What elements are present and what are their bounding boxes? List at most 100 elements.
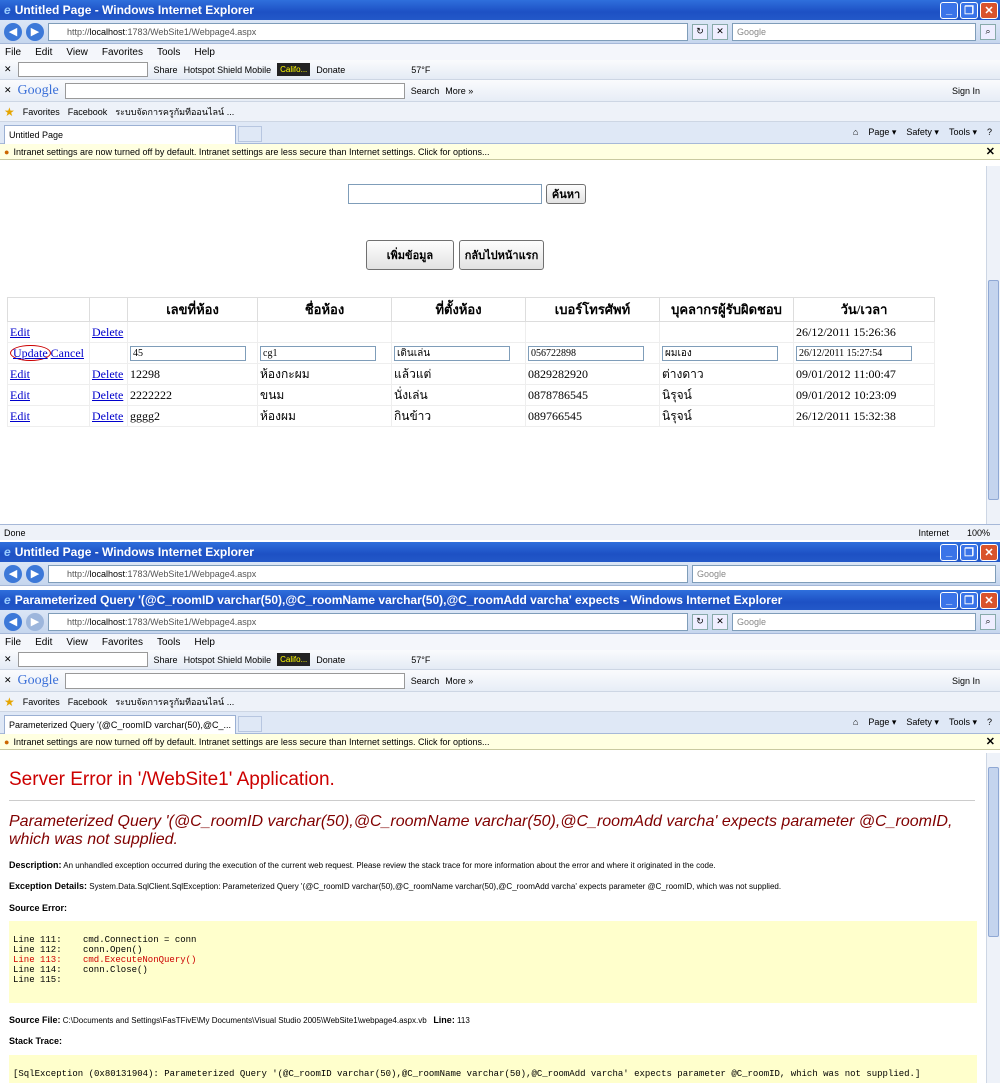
fav-link-facebook[interactable]: Facebook	[68, 107, 108, 117]
hotspot-shield-button[interactable]: Hotspot Shield Mobile	[184, 655, 272, 665]
delete-link[interactable]: Delete	[92, 388, 123, 402]
close-button[interactable]: ✕	[980, 543, 998, 561]
search-input[interactable]: Google	[732, 612, 976, 631]
phone-field[interactable]: 056722898	[528, 345, 644, 361]
tools-menu[interactable]: Tools ▾	[949, 717, 977, 728]
search-input[interactable]: Google	[732, 22, 976, 41]
back-home-button[interactable]: กลับไปหน้าแรก	[459, 240, 544, 270]
close-toolbar-icon[interactable]: ✕	[4, 654, 12, 665]
maximize-button[interactable]: ❐	[960, 591, 978, 609]
close-toolbar-icon[interactable]: ✕	[4, 85, 12, 96]
info-bar[interactable]: ● Intranet settings are now turned off b…	[0, 144, 1000, 160]
zoom-level[interactable]: 100%	[967, 528, 990, 538]
menu-tools[interactable]: Tools	[157, 637, 180, 648]
vertical-scrollbar[interactable]	[986, 753, 1000, 1083]
info-bar[interactable]: ● Intranet settings are now turned off b…	[0, 734, 1000, 750]
favorites-button[interactable]: Favorites	[23, 697, 60, 707]
new-tab-button[interactable]	[238, 716, 262, 732]
tab-error-page[interactable]: Parameterized Query '(@C_roomID varchar(…	[4, 714, 236, 734]
back-button[interactable]: ◀	[4, 564, 22, 583]
google-search-input[interactable]	[64, 672, 405, 689]
home-icon[interactable]: ⌂	[853, 717, 858, 728]
menu-favorites[interactable]: Favorites	[102, 637, 143, 648]
room-name-field[interactable]: cg1	[260, 345, 376, 361]
close-infobar-icon[interactable]: ✕	[986, 735, 1000, 748]
menu-help[interactable]: Help	[194, 47, 215, 58]
scrollbar-thumb[interactable]	[988, 280, 999, 500]
page-menu[interactable]: Page ▾	[868, 127, 896, 138]
menu-favorites[interactable]: Favorites	[102, 47, 143, 58]
forward-button[interactable]: ▶	[26, 564, 44, 583]
safety-menu[interactable]: Safety ▾	[906, 717, 939, 728]
menu-tools[interactable]: Tools	[157, 47, 180, 58]
hotspot-shield-button[interactable]: Hotspot Shield Mobile	[184, 65, 272, 75]
refresh-icon[interactable]: ↻	[692, 23, 708, 40]
stop-icon[interactable]: ✕	[712, 613, 728, 630]
menu-edit[interactable]: Edit	[35, 47, 52, 58]
maximize-button[interactable]: ❐	[960, 1, 978, 19]
url-field[interactable]: http://localhost:1783/WebSite1/Webpage4.…	[48, 564, 688, 583]
sign-in-link[interactable]: Sign In	[952, 676, 1000, 686]
favorites-button[interactable]: Favorites	[23, 107, 60, 117]
weather-button[interactable]: 57°F	[411, 65, 430, 75]
edit-link[interactable]: Edit	[10, 409, 30, 423]
fav-link-2[interactable]: ระบบจัดการครูกัมทีออนไลน์ ...	[115, 695, 234, 709]
cancel-link[interactable]: Cancel	[51, 346, 84, 360]
menu-view[interactable]: View	[66, 637, 88, 648]
room-location-field[interactable]: เดินเล่น	[394, 345, 510, 361]
search-button[interactable]: ค้นหา	[546, 184, 586, 204]
url-field[interactable]: http://localhost:1783/WebSite1/Webpage4.…	[48, 22, 688, 41]
help-icon[interactable]: ?	[987, 717, 992, 728]
add-data-button[interactable]: เพิ่มข้อมูล	[366, 240, 454, 270]
share-button[interactable]: Share	[154, 65, 178, 75]
weather-button[interactable]: 57°F	[411, 655, 430, 665]
tab-untitled-page[interactable]: Untitled Page	[4, 124, 236, 144]
new-tab-button[interactable]	[238, 126, 262, 142]
close-toolbar-icon[interactable]: ✕	[4, 675, 12, 686]
forward-button[interactable]: ▶	[26, 22, 44, 41]
donate-button[interactable]: Donate	[316, 65, 345, 75]
minimize-button[interactable]: _	[940, 1, 958, 19]
responsible-field[interactable]: ผมเอง	[662, 345, 778, 361]
search-input[interactable]	[348, 184, 542, 204]
datetime-field[interactable]: 26/12/2011 15:27:54	[796, 345, 912, 361]
radio-station-button[interactable]: Califo...	[277, 63, 311, 76]
delete-link[interactable]: Delete	[92, 409, 123, 423]
share-button[interactable]: Share	[154, 655, 178, 665]
safety-menu[interactable]: Safety ▾	[906, 127, 939, 138]
donate-button[interactable]: Donate	[316, 655, 345, 665]
scrollbar-thumb[interactable]	[988, 767, 999, 937]
forward-button[interactable]: ▶	[26, 612, 44, 631]
google-more-button[interactable]: More »	[445, 676, 473, 686]
radio-station-button[interactable]: Califo...	[277, 653, 311, 666]
menu-file[interactable]: File	[5, 637, 21, 648]
fav-link-2[interactable]: ระบบจัดการครูกัมทีออนไลน์ ...	[115, 105, 234, 119]
menu-edit[interactable]: Edit	[35, 637, 52, 648]
fav-link-facebook[interactable]: Facebook	[68, 697, 108, 707]
edit-link[interactable]: Edit	[10, 388, 30, 402]
url-field[interactable]: http://localhost:1783/WebSite1/Webpage4.…	[48, 612, 688, 631]
minimize-button[interactable]: _	[940, 543, 958, 561]
google-search-button[interactable]: Search	[411, 676, 440, 686]
delete-link[interactable]: Delete	[92, 325, 123, 339]
refresh-icon[interactable]: ↻	[692, 613, 708, 630]
edit-link[interactable]: Edit	[10, 325, 30, 339]
menu-file[interactable]: File	[5, 47, 21, 58]
sign-in-link[interactable]: Sign In	[952, 86, 1000, 96]
google-search-input[interactable]	[64, 82, 405, 99]
back-button[interactable]: ◀	[4, 612, 22, 631]
search-icon[interactable]: ⌕	[980, 613, 996, 630]
tools-menu[interactable]: Tools ▾	[949, 127, 977, 138]
update-link[interactable]: Update	[10, 344, 51, 361]
minimize-button[interactable]: _	[940, 591, 958, 609]
back-button[interactable]: ◀	[4, 22, 22, 41]
close-button[interactable]: ✕	[980, 591, 998, 609]
maximize-button[interactable]: ❐	[960, 543, 978, 561]
google-search-button[interactable]: Search	[411, 86, 440, 96]
delete-link[interactable]: Delete	[92, 367, 123, 381]
edit-link[interactable]: Edit	[10, 367, 30, 381]
help-icon[interactable]: ?	[987, 127, 992, 138]
home-icon[interactable]: ⌂	[853, 127, 858, 138]
menu-view[interactable]: View	[66, 47, 88, 58]
room-no-field[interactable]: 45	[130, 345, 246, 361]
